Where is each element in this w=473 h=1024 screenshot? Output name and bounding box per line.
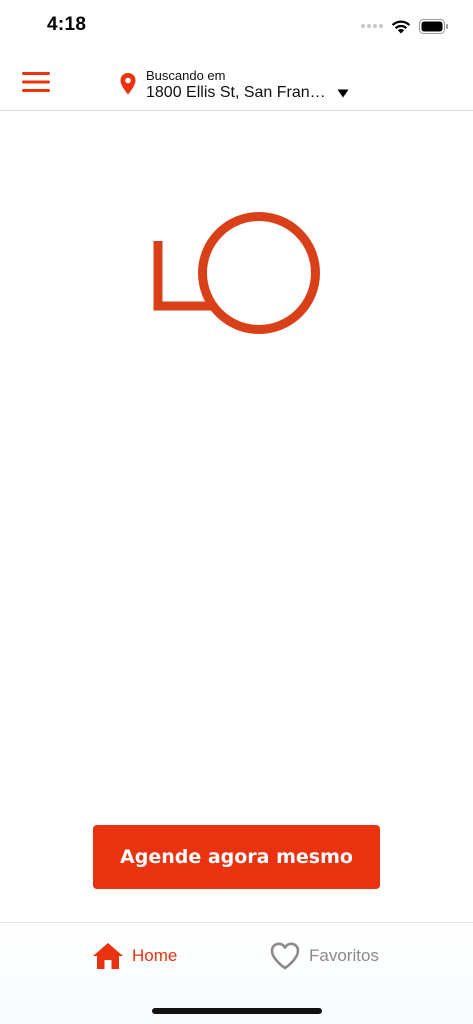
location-address: 1800 Ellis St, San Franc...	[146, 84, 326, 101]
tab-favorites[interactable]: Favoritos	[269, 939, 379, 973]
tab-home[interactable]: Home	[92, 939, 177, 973]
location-selector[interactable]: Buscando em 1800 Ellis St, San Franc...	[146, 66, 356, 106]
app-screen: 4:18 Buscando em 1800 Ellis St, San Fran…	[0, 0, 473, 1024]
status-time: 4:18	[47, 14, 87, 35]
map-pin-icon	[120, 73, 136, 95]
tab-home-label: Home	[132, 946, 178, 965]
home-icon	[93, 943, 123, 969]
tab-favorites-label: Favoritos	[309, 946, 379, 965]
heart-icon	[270, 942, 300, 970]
location-caption: Buscando em	[146, 68, 226, 83]
schedule-now-button[interactable]: Agende agora mesmo	[93, 825, 380, 889]
wifi-icon	[391, 19, 411, 33]
brand-logo-icon	[153, 212, 320, 334]
home-indicator	[152, 1008, 322, 1014]
hamburger-menu-icon	[22, 72, 50, 92]
caret-down-icon	[337, 89, 349, 98]
cellular-signal-icon	[361, 24, 383, 28]
app-header: Buscando em 1800 Ellis St, San Franc...	[0, 52, 473, 111]
status-bar: 4:18	[0, 0, 473, 52]
hamburger-menu-button[interactable]	[20, 68, 52, 96]
status-icons	[361, 17, 449, 35]
battery-icon	[419, 18, 448, 34]
